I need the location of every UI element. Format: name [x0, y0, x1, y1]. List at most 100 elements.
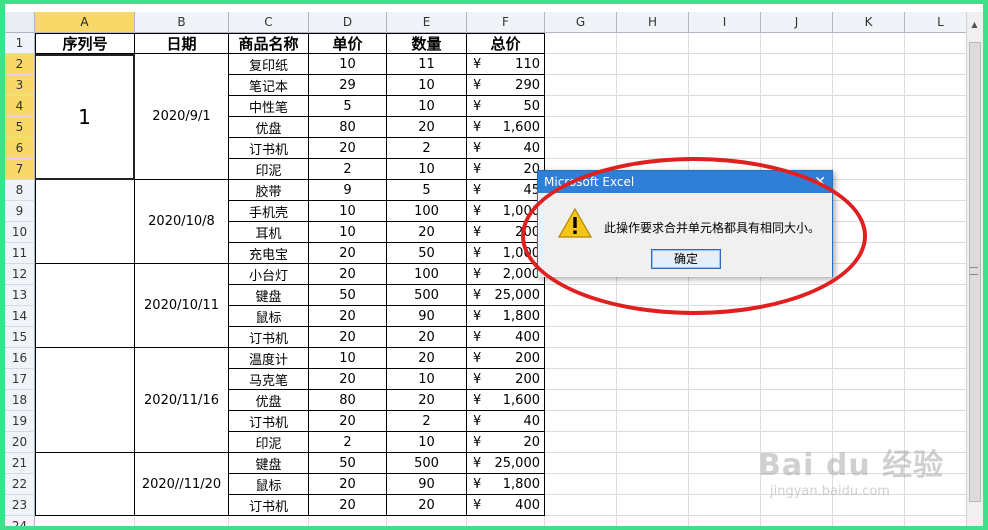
serial-cell[interactable] — [35, 348, 135, 453]
price-cell[interactable]: 50 — [309, 285, 387, 306]
empty-cell[interactable] — [689, 75, 761, 96]
empty-cell[interactable] — [761, 306, 833, 327]
price-cell[interactable]: 2 — [309, 159, 387, 180]
product-name-cell[interactable]: 笔记本 — [229, 75, 309, 96]
empty-cell[interactable] — [689, 54, 761, 75]
product-name-cell[interactable]: 充电宝 — [229, 243, 309, 264]
product-name-cell[interactable]: 订书机 — [229, 327, 309, 348]
empty-cell[interactable] — [689, 432, 761, 453]
row-header[interactable]: 8 — [5, 180, 35, 201]
empty-cell[interactable] — [617, 432, 689, 453]
total-cell[interactable]: ¥25,000 — [467, 453, 545, 474]
total-cell[interactable]: ¥200 — [467, 222, 545, 243]
serial-cell[interactable] — [35, 264, 135, 348]
header-cell[interactable]: 数量 — [387, 33, 467, 54]
qty-cell[interactable]: 2 — [387, 138, 467, 159]
empty-cell[interactable] — [689, 453, 761, 474]
total-cell[interactable]: ¥20 — [467, 432, 545, 453]
total-cell[interactable]: ¥1,800 — [467, 306, 545, 327]
empty-cell[interactable] — [761, 33, 833, 54]
column-header[interactable]: H — [617, 12, 689, 33]
column-header[interactable]: G — [545, 12, 617, 33]
qty-cell[interactable]: 10 — [387, 96, 467, 117]
price-cell[interactable]: 20 — [309, 264, 387, 285]
row-header[interactable]: 18 — [5, 390, 35, 411]
product-name-cell[interactable]: 订书机 — [229, 138, 309, 159]
row-header[interactable]: 3 — [5, 75, 35, 96]
product-name-cell[interactable]: 印泥 — [229, 159, 309, 180]
empty-cell[interactable] — [545, 96, 617, 117]
empty-cell[interactable] — [689, 411, 761, 432]
empty-cell[interactable] — [545, 453, 617, 474]
price-cell[interactable]: 10 — [309, 201, 387, 222]
empty-cell[interactable] — [545, 54, 617, 75]
vertical-scrollbar[interactable]: ▲ — [966, 12, 983, 526]
row-header[interactable]: 4 — [5, 96, 35, 117]
empty-cell[interactable] — [545, 474, 617, 495]
empty-cell[interactable] — [761, 285, 833, 306]
select-all-corner[interactable] — [5, 12, 35, 33]
product-name-cell[interactable]: 小台灯 — [229, 264, 309, 285]
header-cell[interactable]: 日期 — [135, 33, 229, 54]
empty-cell[interactable] — [833, 159, 905, 180]
empty-cell[interactable] — [833, 306, 905, 327]
row-header[interactable]: 15 — [5, 327, 35, 348]
column-header[interactable]: J — [761, 12, 833, 33]
qty-cell[interactable]: 20 — [387, 348, 467, 369]
product-name-cell[interactable]: 印泥 — [229, 432, 309, 453]
row-header[interactable]: 7 — [5, 159, 35, 180]
header-cell[interactable]: 商品名称 — [229, 33, 309, 54]
row-header[interactable]: 12 — [5, 264, 35, 285]
empty-cell[interactable] — [761, 327, 833, 348]
row-header[interactable]: 16 — [5, 348, 35, 369]
empty-cell[interactable] — [689, 138, 761, 159]
product-name-cell[interactable]: 鼠标 — [229, 474, 309, 495]
qty-cell[interactable]: 20 — [387, 117, 467, 138]
empty-cell[interactable] — [617, 75, 689, 96]
qty-cell[interactable]: 50 — [387, 243, 467, 264]
row-header[interactable]: 10 — [5, 222, 35, 243]
empty-cell[interactable] — [689, 474, 761, 495]
qty-cell[interactable]: 10 — [387, 432, 467, 453]
empty-cell[interactable] — [761, 117, 833, 138]
row-header[interactable]: 5 — [5, 117, 35, 138]
row-header[interactable]: 6 — [5, 138, 35, 159]
empty-cell[interactable] — [617, 96, 689, 117]
header-cell[interactable]: 总价 — [467, 33, 545, 54]
row-header[interactable]: 20 — [5, 432, 35, 453]
empty-cell[interactable] — [833, 201, 905, 222]
empty-cell[interactable] — [617, 117, 689, 138]
total-cell[interactable]: ¥40 — [467, 411, 545, 432]
empty-cell[interactable] — [545, 75, 617, 96]
empty-cell[interactable] — [387, 516, 467, 526]
price-cell[interactable]: 20 — [309, 495, 387, 516]
product-name-cell[interactable]: 键盘 — [229, 453, 309, 474]
empty-cell[interactable] — [689, 285, 761, 306]
empty-cell[interactable] — [689, 96, 761, 117]
empty-cell[interactable] — [761, 54, 833, 75]
empty-cell[interactable] — [545, 348, 617, 369]
column-header[interactable]: F — [467, 12, 545, 33]
empty-cell[interactable] — [617, 369, 689, 390]
empty-cell[interactable] — [833, 264, 905, 285]
row-header[interactable]: 2 — [5, 54, 35, 75]
empty-cell[interactable] — [617, 327, 689, 348]
price-cell[interactable]: 50 — [309, 453, 387, 474]
column-header[interactable]: C — [229, 12, 309, 33]
product-name-cell[interactable]: 订书机 — [229, 495, 309, 516]
empty-cell[interactable] — [545, 138, 617, 159]
close-icon[interactable]: ✕ — [814, 171, 826, 193]
product-name-cell[interactable]: 优盘 — [229, 390, 309, 411]
empty-cell[interactable] — [689, 327, 761, 348]
total-cell[interactable]: ¥25,000 — [467, 285, 545, 306]
total-cell[interactable]: ¥1,000 — [467, 201, 545, 222]
empty-cell[interactable] — [309, 516, 387, 526]
empty-cell[interactable] — [545, 495, 617, 516]
total-cell[interactable]: ¥20 — [467, 159, 545, 180]
price-cell[interactable]: 10 — [309, 348, 387, 369]
empty-cell[interactable] — [833, 327, 905, 348]
empty-cell[interactable] — [761, 138, 833, 159]
serial-cell[interactable] — [35, 453, 135, 516]
empty-cell[interactable] — [545, 390, 617, 411]
empty-cell[interactable] — [833, 33, 905, 54]
